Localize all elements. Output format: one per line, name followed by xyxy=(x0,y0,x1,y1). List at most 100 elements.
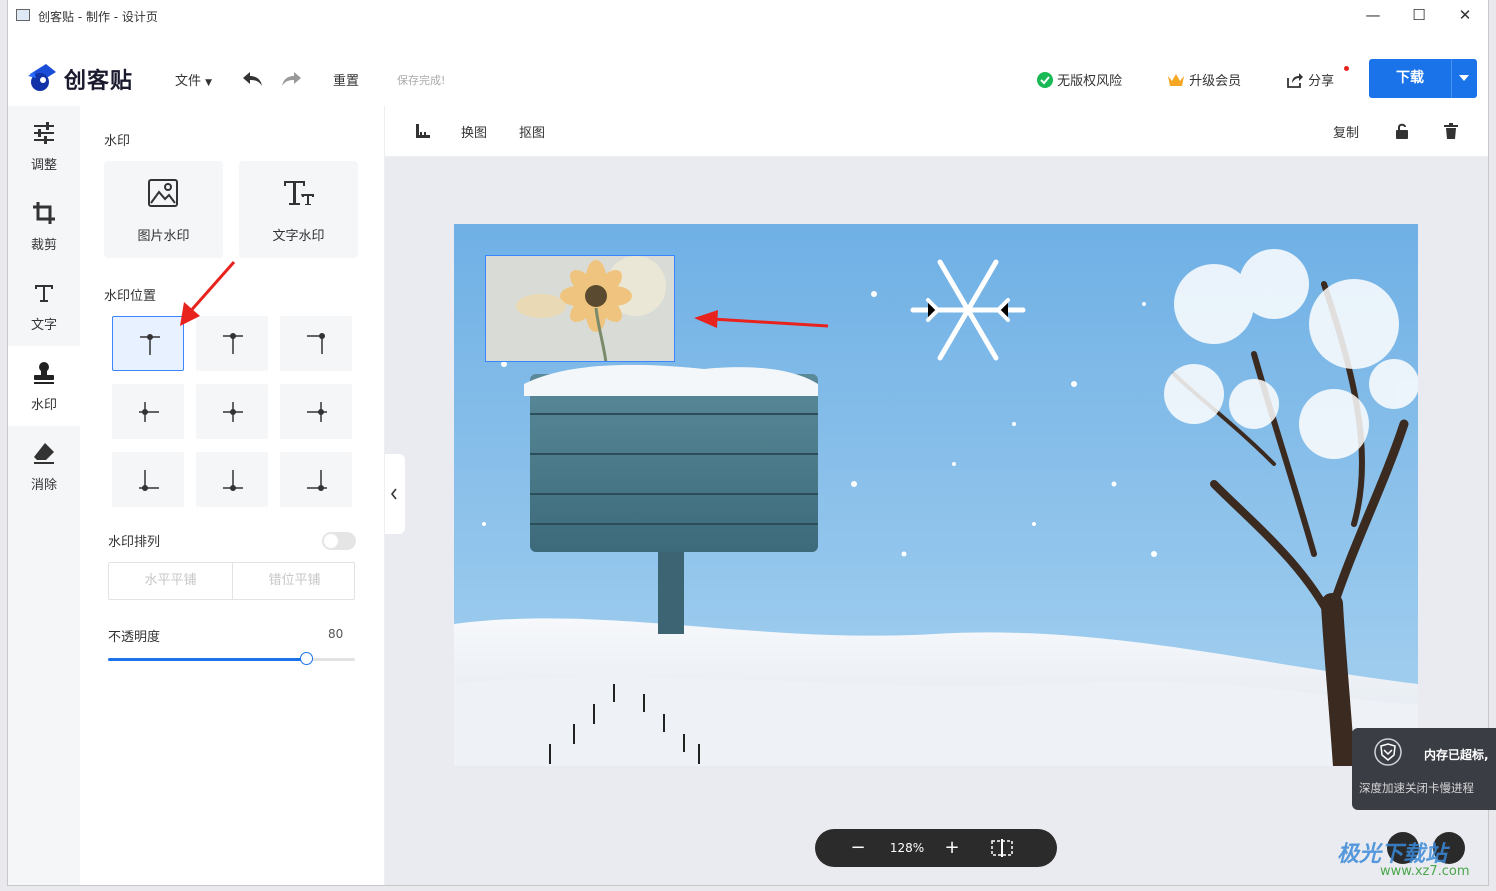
zoom-in-button[interactable]: + xyxy=(937,829,967,867)
minimize-button[interactable]: — xyxy=(1350,0,1396,32)
arrangement-toggle[interactable] xyxy=(322,532,356,550)
align-top-left-icon xyxy=(140,334,160,355)
section-title-position: 水印位置 xyxy=(104,289,157,304)
toast-subtitle: 深度加速关闭卡慢进程 xyxy=(1359,781,1474,795)
nav-label-erase: 消除 xyxy=(30,478,57,493)
crop-icon xyxy=(33,202,55,224)
eraser-icon xyxy=(34,443,54,464)
watermark-image[interactable] xyxy=(485,255,675,362)
upgrade-member-button[interactable]: 升级会员 xyxy=(1167,70,1241,89)
download-label: 下载 xyxy=(1396,70,1424,86)
opacity-value: 80 xyxy=(328,627,344,641)
download-button[interactable]: 下载 xyxy=(1369,59,1477,98)
zoom-value: 128% xyxy=(889,841,925,855)
logo-text: 创客贴 xyxy=(64,69,134,94)
nav-item-adjust[interactable]: 调整 xyxy=(8,106,80,186)
opacity-slider[interactable] xyxy=(108,652,355,665)
redo-icon[interactable] xyxy=(281,70,303,88)
align-bottom-center-icon xyxy=(223,470,243,491)
flower-photo xyxy=(486,256,674,361)
position-center[interactable] xyxy=(196,384,268,439)
trash-icon[interactable] xyxy=(1444,123,1458,139)
no-copyright-risk-label: 无版权风险 xyxy=(1057,74,1123,89)
toast-title: 内存已超标, xyxy=(1424,748,1489,762)
caret-down-icon: ▼ xyxy=(205,78,213,88)
share-button[interactable]: 分享 xyxy=(1286,66,1349,89)
text-watermark-card[interactable]: 文字水印 xyxy=(239,161,358,258)
text-watermark-label: 文字水印 xyxy=(272,229,325,244)
canvas-toolbar: 换图 抠图 复制 xyxy=(385,106,1488,157)
opacity-slider-handle[interactable] xyxy=(299,652,313,665)
file-menu[interactable]: 文件 ▼ xyxy=(175,70,212,89)
download-divider xyxy=(1451,59,1452,98)
left-nav: 调整 裁剪 文字 水印 消除 xyxy=(8,106,80,885)
share-label: 分享 xyxy=(1308,74,1335,89)
close-button[interactable]: ✕ xyxy=(1442,0,1488,32)
align-center-icon xyxy=(223,402,243,422)
arrangement-options: 水平平铺 错位平铺 xyxy=(108,562,355,600)
text-size-icon xyxy=(284,181,314,205)
section-title-watermark: 水印 xyxy=(104,134,131,149)
shield-icon xyxy=(1374,738,1402,766)
nav-item-text[interactable]: 文字 xyxy=(8,266,80,346)
logo-icon xyxy=(28,64,56,91)
align-middle-right-icon xyxy=(307,402,327,422)
tile-staggered-button[interactable]: 错位平铺 xyxy=(233,563,356,599)
position-top-left[interactable] xyxy=(112,316,184,371)
position-top-right[interactable] xyxy=(280,316,352,371)
app-header: 创客贴 文件 ▼ 重置 保存完成! 无版权风险 升级会员 分享 下载 xyxy=(8,32,1488,106)
position-middle-right[interactable] xyxy=(280,384,352,439)
zoom-out-button[interactable]: − xyxy=(843,829,873,867)
copy-button[interactable]: 复制 xyxy=(1333,122,1359,141)
align-bottom-left-icon xyxy=(139,470,159,491)
site-watermark-url: www.xz7.com xyxy=(1380,864,1470,879)
watermark-panel: 水印 图片水印 文字水印 水印位置 水印排列 水平平铺 错位平铺 不透明度 80 xyxy=(80,106,385,885)
position-bottom-center[interactable] xyxy=(196,452,268,507)
align-top-right-icon xyxy=(307,333,325,354)
position-bottom-right[interactable] xyxy=(280,452,352,507)
undo-icon[interactable] xyxy=(241,70,263,88)
collapse-panel-handle[interactable] xyxy=(385,454,405,534)
stamp-icon xyxy=(34,362,54,384)
nav-item-erase[interactable]: 消除 xyxy=(8,426,80,506)
opacity-slider-fill xyxy=(108,658,306,661)
nav-item-crop[interactable]: 裁剪 xyxy=(8,186,80,266)
title-bar: 创客贴 - 制作 - 设计页 — ☐ ✕ xyxy=(8,0,1488,33)
unlock-icon[interactable] xyxy=(1395,123,1409,139)
ruler-icon[interactable] xyxy=(415,123,431,139)
file-menu-label: 文件 xyxy=(175,74,202,89)
nav-label-adjust: 调整 xyxy=(30,158,57,173)
position-middle-left[interactable] xyxy=(112,384,184,439)
save-status: 保存完成! xyxy=(397,74,446,87)
check-circle-icon xyxy=(1037,72,1053,88)
app-window: 创客贴 - 制作 - 设计页 — ☐ ✕ 创客贴 文件 ▼ 重置 保存完成! 无… xyxy=(8,0,1488,885)
maximize-button[interactable]: ☐ xyxy=(1396,0,1442,32)
design-canvas[interactable] xyxy=(454,224,1418,766)
image-watermark-label: 图片水印 xyxy=(137,229,190,244)
align-top-center-icon xyxy=(223,333,243,354)
toggle-knob xyxy=(324,534,338,548)
sliders-icon xyxy=(34,122,54,144)
nav-label-watermark: 水印 xyxy=(30,398,57,413)
window-title: 创客贴 - 制作 - 设计页 xyxy=(38,10,158,24)
notification-dot xyxy=(1344,66,1349,71)
memory-toast[interactable]: 内存已超标, 深度加速关闭卡慢进程 xyxy=(1352,728,1496,810)
align-bottom-right-icon xyxy=(307,470,327,491)
replace-image-button[interactable]: 换图 xyxy=(461,122,487,141)
editor-main: 换图 抠图 复制 − 128% + xyxy=(385,106,1488,885)
reset-button[interactable]: 重置 xyxy=(333,70,359,89)
cutout-button[interactable]: 抠图 xyxy=(519,122,545,141)
position-top-center[interactable] xyxy=(196,316,268,371)
nav-label-text: 文字 xyxy=(30,318,57,333)
no-copyright-risk-button[interactable]: 无版权风险 xyxy=(1037,70,1122,89)
download-dropdown-icon[interactable] xyxy=(1459,75,1469,81)
position-bottom-left[interactable] xyxy=(112,452,184,507)
opacity-label: 不透明度 xyxy=(108,630,161,645)
image-watermark-card[interactable]: 图片水印 xyxy=(104,161,223,258)
align-middle-left-icon xyxy=(139,402,159,422)
compare-icon[interactable] xyxy=(991,839,1013,857)
share-icon xyxy=(1287,73,1303,88)
image-icon xyxy=(148,179,178,207)
tile-horizontal-button[interactable]: 水平平铺 xyxy=(109,563,233,599)
nav-item-watermark[interactable]: 水印 xyxy=(8,346,80,426)
